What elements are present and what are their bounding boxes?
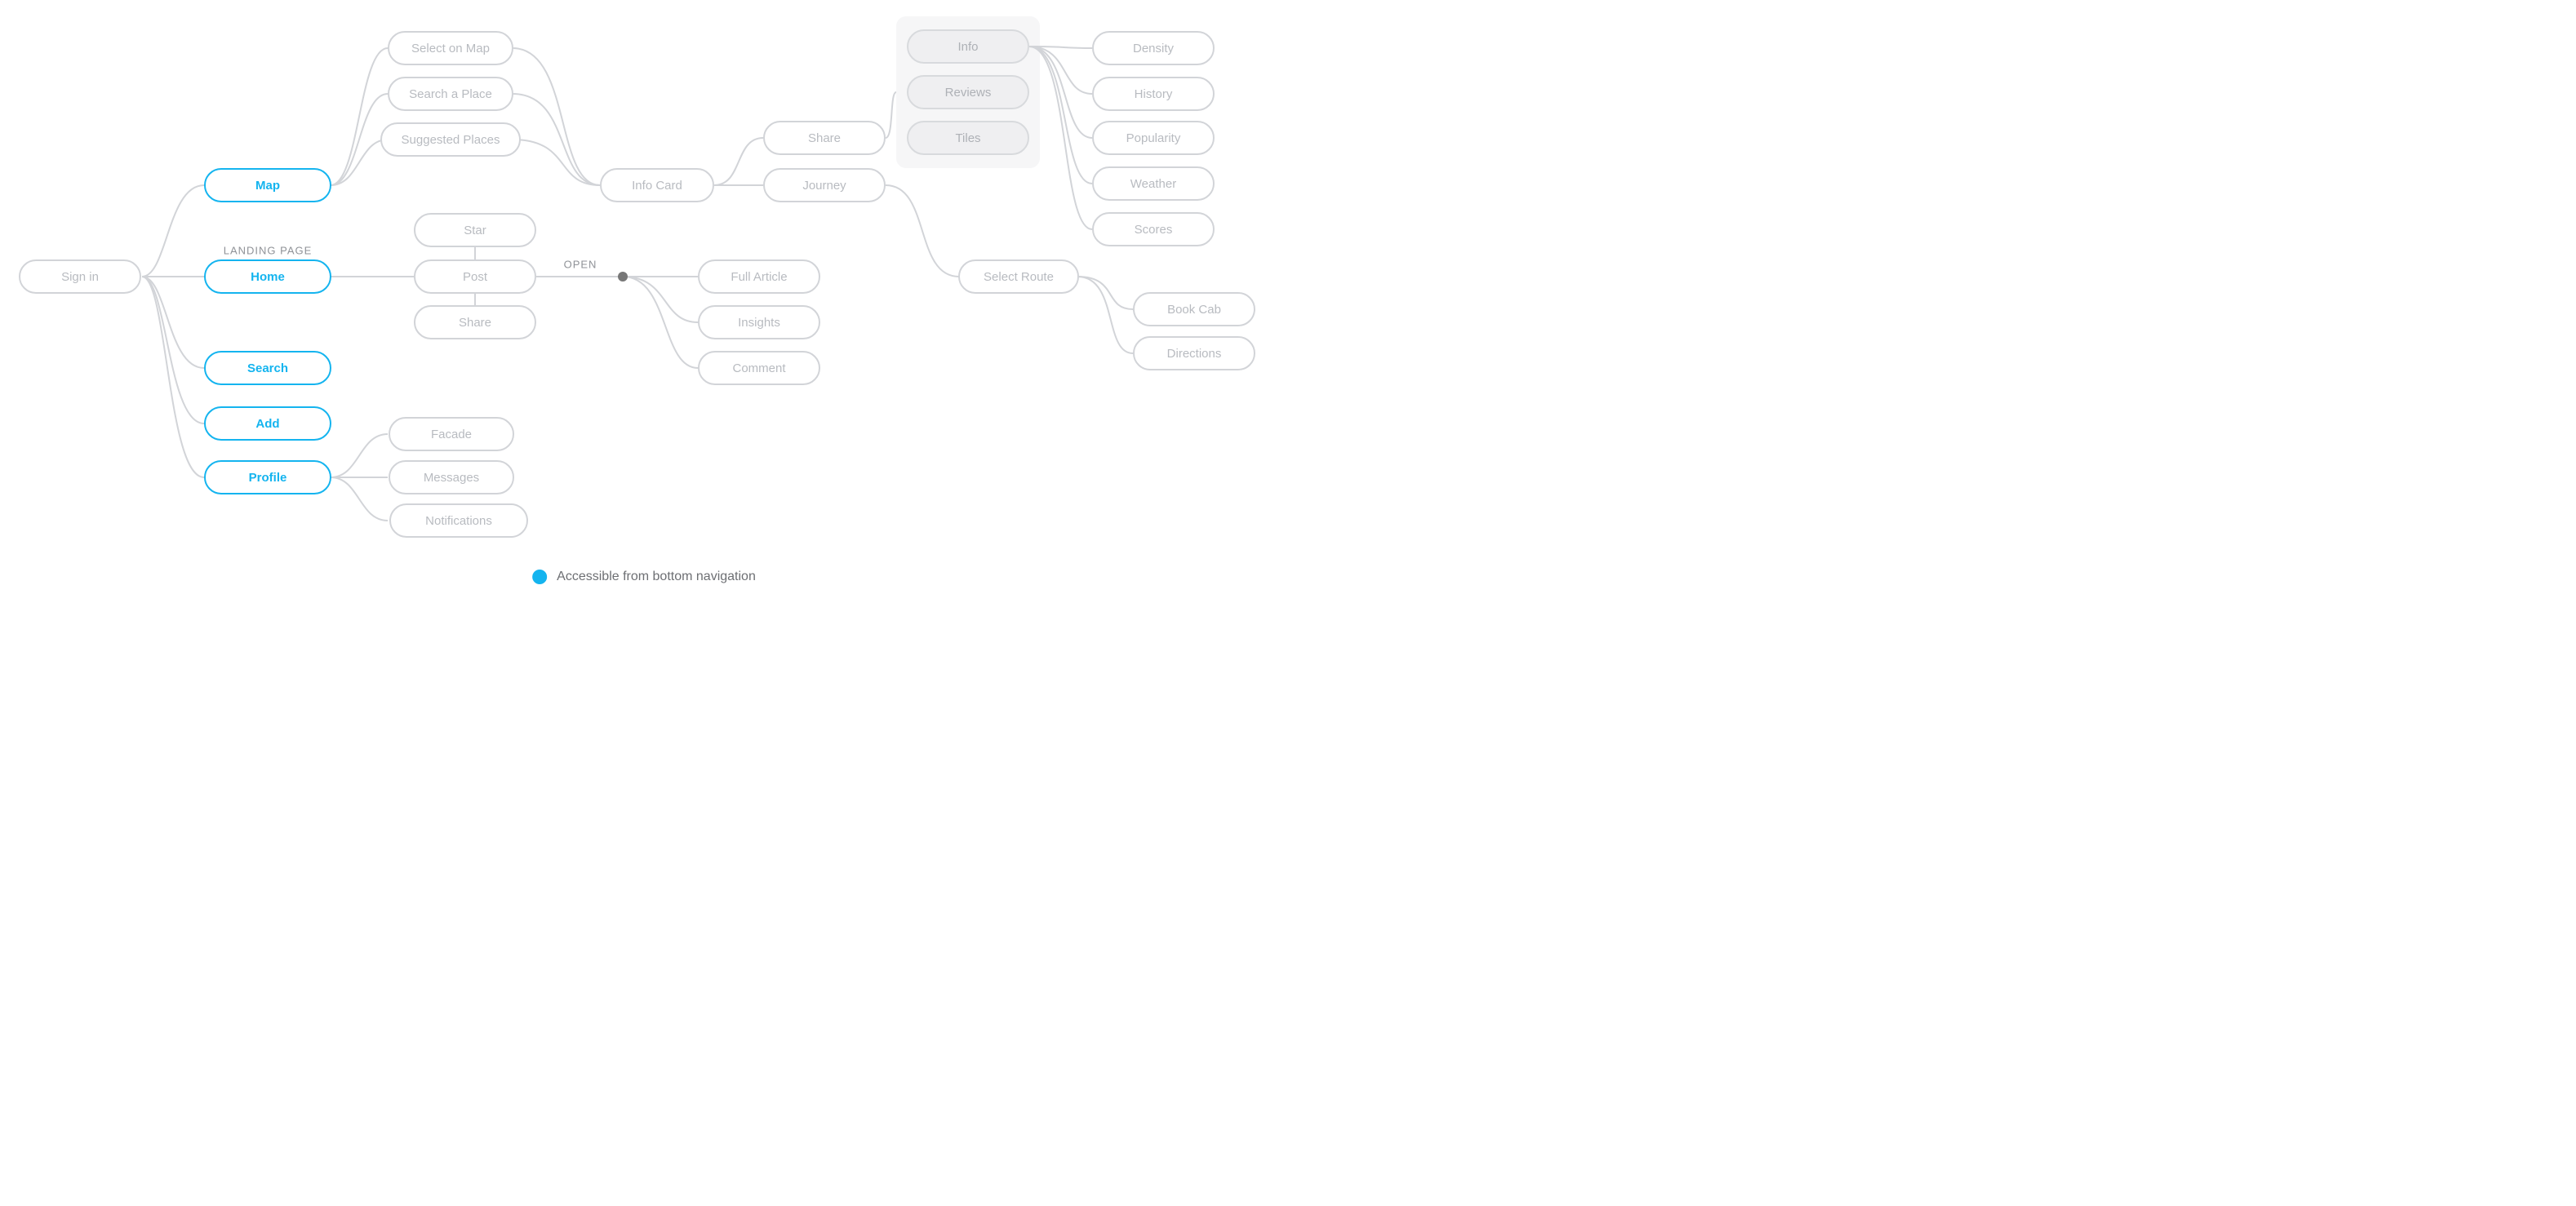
node-label: Map xyxy=(255,180,280,192)
node-search-a-place: Search a Place xyxy=(388,77,513,111)
node-label: Insights xyxy=(738,317,780,329)
node-label: Book Cab xyxy=(1167,304,1221,316)
node-book-cab: Book Cab xyxy=(1133,292,1255,326)
node-insights: Insights xyxy=(698,305,820,339)
node-label: Tiles xyxy=(955,132,980,144)
node-scores: Scores xyxy=(1092,212,1215,246)
node-home[interactable]: Home xyxy=(204,259,331,294)
node-label: History xyxy=(1135,88,1173,100)
node-label: Sign in xyxy=(61,271,99,283)
node-label: Weather xyxy=(1130,178,1176,190)
annotation-open: OPEN xyxy=(564,259,597,271)
node-sign-in: Sign in xyxy=(19,259,141,294)
node-messages: Messages xyxy=(389,460,514,494)
node-label: Share xyxy=(808,132,841,144)
node-weather: Weather xyxy=(1092,166,1215,201)
node-label: Notifications xyxy=(425,515,492,527)
node-label: Profile xyxy=(249,472,287,484)
node-notifications: Notifications xyxy=(389,503,528,538)
legend-dot-icon xyxy=(532,570,547,584)
node-label: Comment xyxy=(732,362,785,375)
node-share-card: Share xyxy=(763,121,886,155)
node-label: Info Card xyxy=(632,180,682,192)
node-label: Facade xyxy=(431,428,472,441)
node-label: Suggested Places xyxy=(402,134,500,146)
node-label: Share xyxy=(459,317,491,329)
node-comment: Comment xyxy=(698,351,820,385)
node-label: Reviews xyxy=(945,86,992,99)
node-select-route: Select Route xyxy=(958,259,1079,294)
tab-reviews[interactable]: Reviews xyxy=(907,75,1029,109)
node-search[interactable]: Search xyxy=(204,351,331,385)
legend: Accessible from bottom navigation xyxy=(532,570,756,584)
flow-diagram: Sign in Map LANDING PAGE Home Search Add… xyxy=(0,0,1288,603)
node-label: Journey xyxy=(802,180,846,192)
node-add[interactable]: Add xyxy=(204,406,331,441)
node-density: Density xyxy=(1092,31,1215,65)
node-label: Density xyxy=(1133,42,1174,55)
node-popularity: Popularity xyxy=(1092,121,1215,155)
node-facade: Facade xyxy=(389,417,514,451)
node-label: Search a Place xyxy=(409,88,492,100)
tab-info[interactable]: Info xyxy=(907,29,1029,64)
node-label: Popularity xyxy=(1126,132,1181,144)
node-suggested-places: Suggested Places xyxy=(380,122,521,157)
node-label: Info xyxy=(957,41,978,53)
node-share-post: Share xyxy=(414,305,536,339)
node-label: Full Article xyxy=(731,271,787,283)
node-history: History xyxy=(1092,77,1215,111)
node-label: Add xyxy=(255,418,279,430)
node-info-card: Info Card xyxy=(600,168,714,202)
node-label: Post xyxy=(463,271,487,283)
node-select-on-map: Select on Map xyxy=(388,31,513,65)
node-directions: Directions xyxy=(1133,336,1255,370)
node-label: Star xyxy=(464,224,486,237)
annotation-landing-page: LANDING PAGE xyxy=(224,245,313,257)
node-star: Star xyxy=(414,213,536,247)
node-label: Messages xyxy=(424,472,479,484)
node-label: Select Route xyxy=(984,271,1054,283)
node-post: Post xyxy=(414,259,536,294)
tab-tiles[interactable]: Tiles xyxy=(907,121,1029,155)
node-label: Directions xyxy=(1167,348,1222,360)
node-map[interactable]: Map xyxy=(204,168,331,202)
node-full-article: Full Article xyxy=(698,259,820,294)
node-journey: Journey xyxy=(763,168,886,202)
node-profile[interactable]: Profile xyxy=(204,460,331,494)
node-label: Home xyxy=(251,271,285,283)
legend-label: Accessible from bottom navigation xyxy=(557,570,756,584)
node-label: Select on Map xyxy=(411,42,490,55)
node-label: Search xyxy=(247,362,288,375)
node-label: Scores xyxy=(1135,224,1173,236)
